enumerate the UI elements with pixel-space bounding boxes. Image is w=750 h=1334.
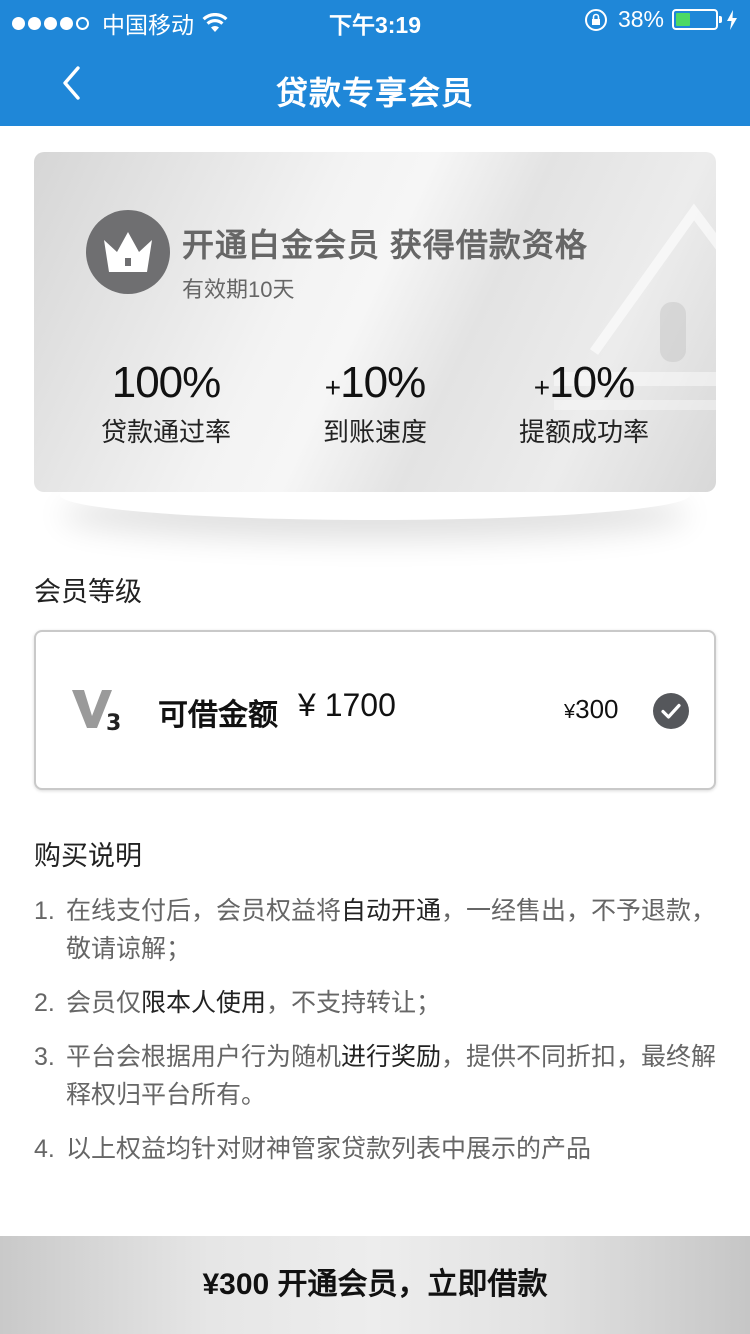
note-highlight: 限本人使用: [141, 989, 267, 1017]
v3-icon: 3: [72, 690, 121, 732]
stat-value: 10%: [549, 358, 635, 407]
charging-bolt-icon: [727, 9, 737, 30]
stat-prefix: +: [533, 372, 550, 403]
note-item: 2. 会员仅限本人使用，不支持转让；: [34, 984, 724, 1022]
note-number: 4.: [34, 1135, 55, 1163]
stat-arrival-speed: +10% 到账速度: [265, 358, 485, 449]
note-highlight: 自动开通: [341, 897, 442, 925]
stat-prefix: +: [324, 372, 341, 403]
stat-pass-rate: 100% 贷款通过率: [56, 358, 276, 449]
stat-label: 贷款通过率: [100, 417, 231, 447]
note-item: 1. 在线支付后，会员权益将自动开通，一经售出，不予退款，敬请谅解；: [34, 892, 724, 968]
stat-value: 100%: [111, 358, 222, 407]
card-title: 开通白金会员 获得借款资格: [182, 227, 588, 263]
battery-icon: [672, 9, 722, 30]
note-text: ，不支持转让；: [266, 989, 442, 1017]
purchase-notes: 1. 在线支付后，会员权益将自动开通，一经售出，不予退款，敬请谅解； 2. 会员仅…: [34, 892, 724, 1184]
note-number: 3.: [34, 1043, 55, 1071]
note-number: 2.: [34, 989, 55, 1017]
note-item: 3. 平台会根据用户行为随机进行奖励，提供不同折扣，最终解释权归平台所有。: [34, 1038, 724, 1114]
stat-limit-increase: +10% 提额成功率: [474, 358, 694, 449]
price-symbol: ¥: [564, 701, 576, 723]
nav-bar: 贷款专享会员: [0, 40, 750, 126]
card-subtitle: 有效期10天: [182, 277, 295, 302]
level-amount: ¥ 1700: [298, 687, 396, 723]
note-text: 以上权益均针对财神管家贷款列表中展示的产品: [66, 1135, 592, 1163]
crown-badge: [86, 210, 170, 294]
crown-icon: [104, 232, 152, 272]
top-bar: 中国移动 下午3:19 38% 贷款专享会员: [0, 0, 750, 126]
note-item: 4. 以上权益均针对财神管家贷款列表中展示的产品: [34, 1130, 724, 1168]
status-bar: 中国移动 下午3:19 38%: [0, 0, 750, 40]
notes-section-title: 购买说明: [34, 841, 142, 871]
note-number: 1.: [34, 897, 55, 925]
level-section-title: 会员等级: [34, 577, 142, 607]
check-circle-icon[interactable]: [652, 692, 690, 730]
note-text: 会员仅: [66, 989, 142, 1017]
stat-value: 10%: [340, 358, 426, 407]
level-option-v3[interactable]: 3 可借金额 ¥ 1700 ¥300: [34, 630, 716, 790]
page-title: 贷款专享会员: [275, 75, 474, 111]
orientation-lock-icon: [584, 8, 607, 31]
level-price: ¥300: [564, 694, 619, 725]
stat-label: 到账速度: [322, 417, 427, 447]
svg-text:3: 3: [106, 711, 121, 732]
level-label: 可借金额: [158, 699, 278, 732]
note-text: 平台会根据用户行为随机: [66, 1043, 342, 1071]
note-highlight: 进行奖励: [341, 1043, 442, 1071]
open-membership-button[interactable]: ¥300 开通会员，立即借款: [0, 1236, 750, 1334]
stat-label: 提额成功率: [518, 417, 649, 447]
note-text: 在线支付后，会员权益将: [66, 897, 342, 925]
price-value: 300: [575, 694, 619, 724]
battery-percent: 38%: [617, 6, 664, 32]
member-card: 开通白金会员 获得借款资格 有效期10天 100% 贷款通过率 +10% 到账速…: [34, 152, 716, 492]
